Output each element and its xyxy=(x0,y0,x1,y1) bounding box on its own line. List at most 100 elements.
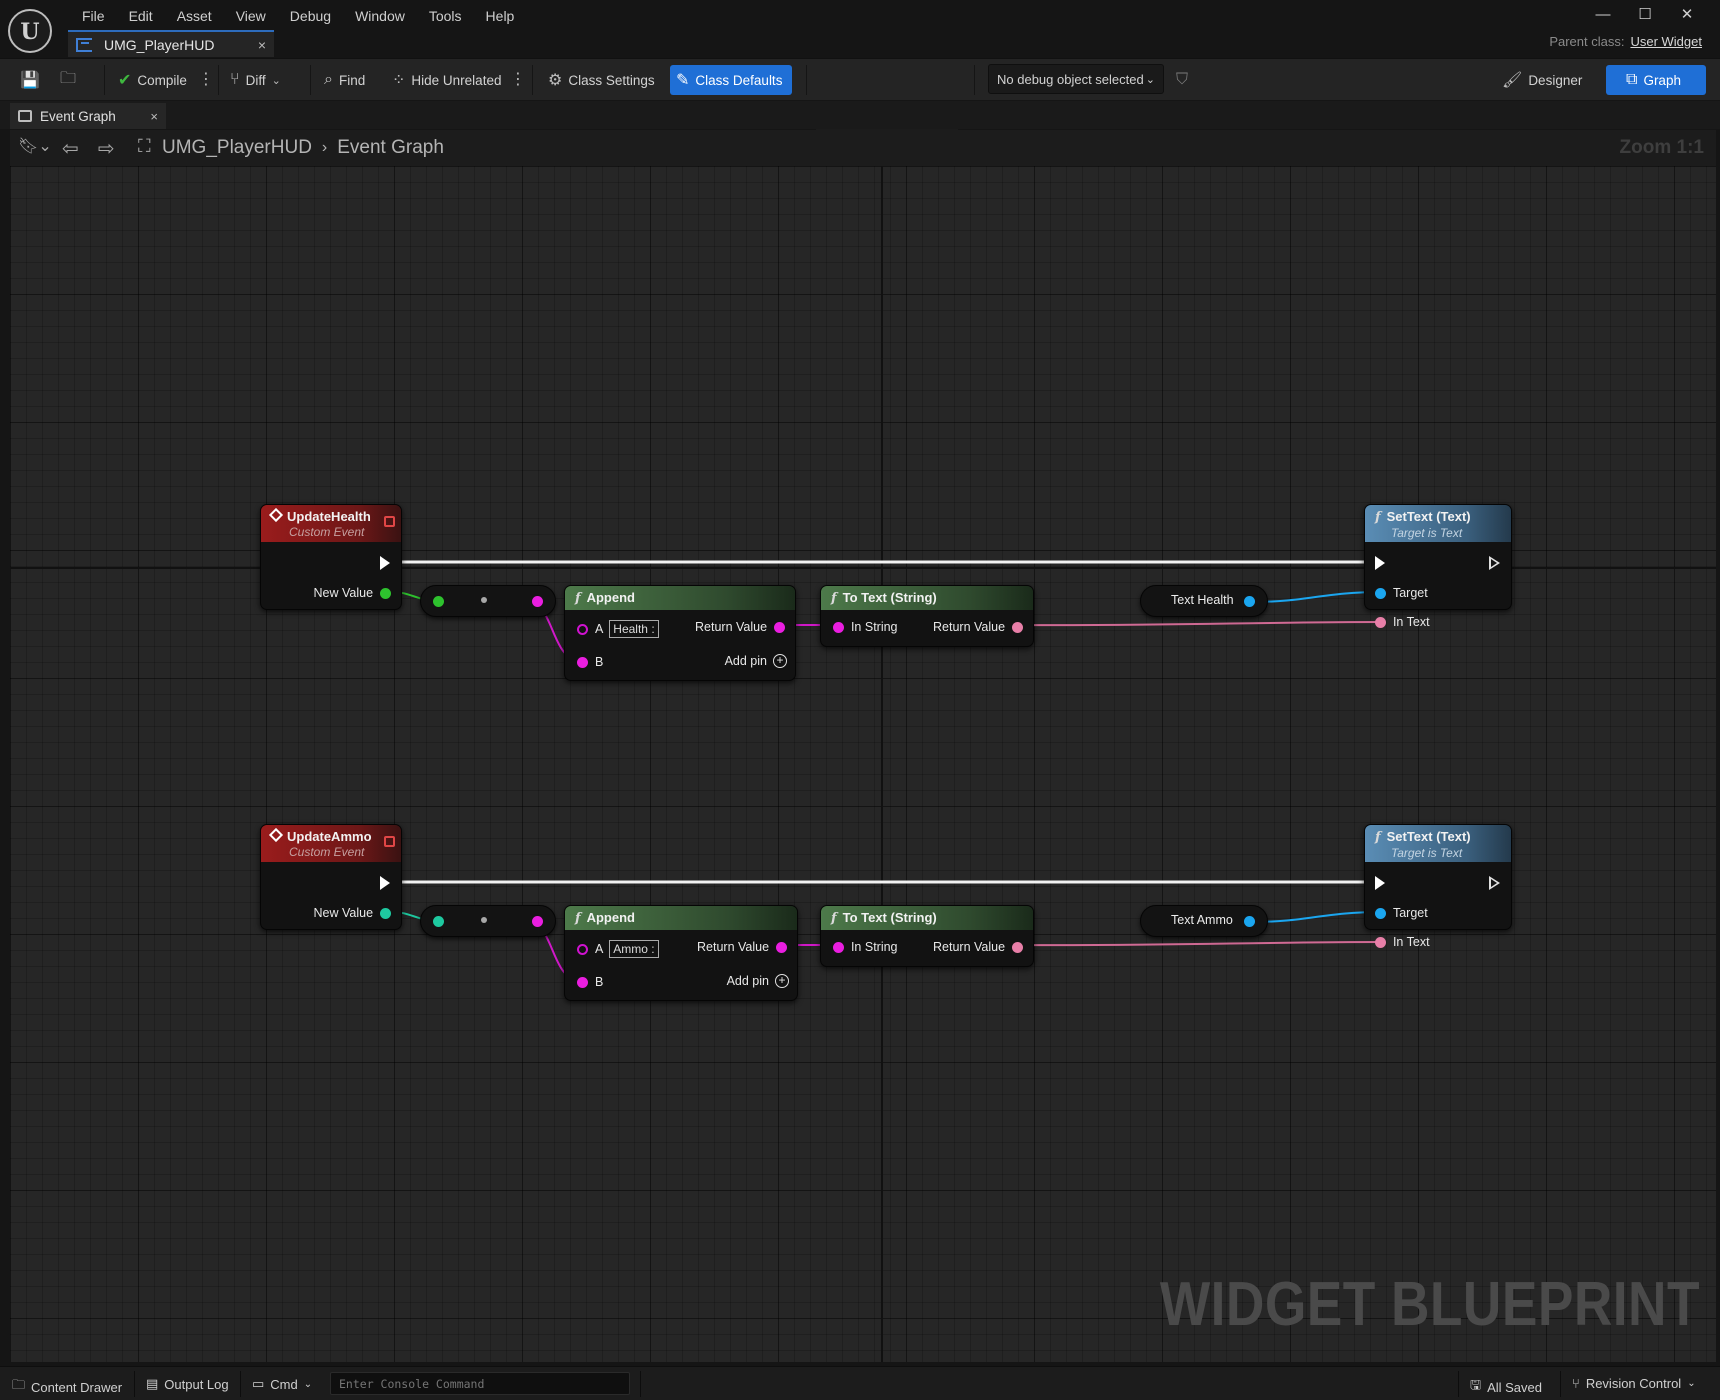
node-subtitle: Target is Text xyxy=(1391,526,1463,540)
maximize-button[interactable]: ☐ xyxy=(1624,4,1666,26)
close-window-button[interactable]: ✕ xyxy=(1666,4,1708,26)
variable-node-text-ammo[interactable]: Text Ammo xyxy=(1140,905,1268,937)
append-node-health[interactable]: f Append A Health : Return Value B Add pi… xyxy=(564,585,796,681)
object-pin-icon[interactable] xyxy=(1244,916,1255,927)
close-tab-icon[interactable]: × xyxy=(150,109,158,124)
pin-return-value[interactable]: Return Value xyxy=(933,940,1023,954)
content-drawer-button[interactable]: 🗀 Content Drawer xyxy=(12,1376,122,1398)
compile-button[interactable]: ✔ Compile xyxy=(112,65,193,95)
cmd-label: Cmd xyxy=(270,1376,298,1392)
pin-b[interactable]: B xyxy=(577,975,603,989)
content-drawer-label: Content Drawer xyxy=(31,1379,123,1395)
tab-event-graph[interactable]: Event Graph × xyxy=(10,103,166,129)
exec-out-pin[interactable] xyxy=(1489,876,1501,890)
exec-out-pin[interactable] xyxy=(380,876,390,890)
menu-file[interactable]: File xyxy=(70,6,117,26)
to-text-node-ammo[interactable]: f To Text (String) In String Return Value xyxy=(820,905,1034,967)
pin-in-text[interactable]: In Text xyxy=(1375,935,1430,949)
string-pin-icon xyxy=(833,621,844,633)
pin-in-text[interactable]: In Text xyxy=(1375,615,1430,629)
class-settings-button[interactable]: ⚙ Class Settings xyxy=(542,65,661,95)
string-pin-icon[interactable] xyxy=(532,916,543,927)
pin-return-value[interactable]: Return Value xyxy=(695,620,785,634)
save-button[interactable]: 💾 xyxy=(14,65,46,95)
breadcrumb-root[interactable]: UMG_PlayerHUD xyxy=(162,137,312,159)
float-pin-icon xyxy=(380,587,391,599)
exec-out-pin[interactable] xyxy=(380,556,390,570)
pin-a-default-input[interactable]: Ammo : xyxy=(609,940,659,958)
delegate-pin-icon[interactable] xyxy=(384,836,395,847)
compile-options-icon[interactable]: ⋮ xyxy=(198,69,214,89)
find-options-icon[interactable]: ⋮ xyxy=(510,69,526,89)
event-graph-icon xyxy=(18,110,32,122)
exec-in-pin[interactable] xyxy=(1375,556,1385,570)
settext-node-health[interactable]: f SetText (Text) Target is Text Target In… xyxy=(1364,504,1512,629)
string-pin-icon[interactable] xyxy=(532,596,543,607)
settext-node-ammo[interactable]: f SetText (Text) Target is Text Target In… xyxy=(1364,824,1512,949)
pin-in-string[interactable]: In String xyxy=(833,940,898,954)
back-arrow-icon[interactable]: ⇦ xyxy=(62,136,79,161)
delegate-pin-icon[interactable] xyxy=(384,516,395,527)
menu-window[interactable]: Window xyxy=(343,6,417,26)
menu-tools[interactable]: Tools xyxy=(417,6,474,26)
statusbar-divider xyxy=(134,1371,135,1397)
pin-new-value[interactable]: New Value xyxy=(314,906,391,920)
conversion-node[interactable] xyxy=(420,905,556,937)
add-pin-button[interactable]: Add pin + xyxy=(725,654,787,668)
menu-debug[interactable]: Debug xyxy=(278,6,343,26)
string-pin-icon xyxy=(776,941,787,953)
float-pin-icon[interactable] xyxy=(433,596,444,607)
add-pin-button[interactable]: Add pin + xyxy=(727,974,789,988)
breadcrumb-current[interactable]: Event Graph xyxy=(337,137,444,159)
console-command-input[interactable] xyxy=(330,1372,630,1395)
close-tab-icon[interactable]: × xyxy=(250,37,274,53)
asset-tab[interactable]: UMG_PlayerHUD × xyxy=(68,30,274,57)
menu-edit[interactable]: Edit xyxy=(117,6,165,26)
diff-button[interactable]: ⑂ Diff ⌄ xyxy=(224,65,287,95)
pin-return-value[interactable]: Return Value xyxy=(697,940,787,954)
unreal-logo-icon[interactable]: U xyxy=(8,9,52,53)
pin-a[interactable]: A Ammo : xyxy=(577,940,659,958)
variable-node-text-health[interactable]: Text Health xyxy=(1140,585,1268,617)
pin-target[interactable]: Target xyxy=(1375,906,1428,920)
exec-out-pin[interactable] xyxy=(1489,556,1501,570)
pin-target[interactable]: Target xyxy=(1375,586,1428,600)
object-pin-icon[interactable] xyxy=(1244,596,1255,607)
pin-a[interactable]: A Health : xyxy=(577,620,659,638)
menu-asset[interactable]: Asset xyxy=(165,6,224,26)
debug-object-select[interactable]: No debug object selected ⌄ xyxy=(988,64,1164,94)
to-text-node-health[interactable]: f To Text (String) In String Return Value xyxy=(820,585,1034,647)
custom-event-node-update-ammo[interactable]: UpdateAmmo Custom Event New Value xyxy=(260,824,402,930)
designer-brush-icon: 🖌 xyxy=(1502,72,1523,89)
event-graph-canvas[interactable]: UpdateHealth Custom Event New Value f App… xyxy=(10,166,1716,1362)
bookmark-icon[interactable]: 🔖︎⌄ xyxy=(18,136,52,156)
conversion-node[interactable] xyxy=(420,585,556,617)
parent-class-link[interactable]: User Widget xyxy=(1630,34,1702,49)
find-button[interactable]: ⌕ Find xyxy=(318,65,371,95)
menu-view[interactable]: View xyxy=(224,6,278,26)
revision-control-button[interactable]: ⑂ Revision Control ⌄ xyxy=(1572,1376,1696,1391)
all-saved-button[interactable]: 🖫 All Saved xyxy=(1470,1376,1542,1398)
menu-help[interactable]: Help xyxy=(474,6,527,26)
graph-mode-button[interactable]: ⧉ Graph xyxy=(1606,65,1706,95)
hide-unrelated-button[interactable]: ⁘ Hide Unrelated xyxy=(386,65,507,95)
custom-event-node-update-health[interactable]: UpdateHealth Custom Event New Value xyxy=(260,504,402,610)
designer-mode-button[interactable]: 🖌 Designer xyxy=(1496,65,1588,95)
function-icon: f xyxy=(831,911,837,926)
pin-b[interactable]: B xyxy=(577,655,603,669)
pin-in-string[interactable]: In String xyxy=(833,620,898,634)
class-defaults-button[interactable]: ✎ Class Defaults xyxy=(670,65,792,95)
int-pin-icon[interactable] xyxy=(433,916,444,927)
exec-in-pin[interactable] xyxy=(1375,876,1385,890)
append-node-ammo[interactable]: f Append A Ammo : Return Value B Add pin + xyxy=(564,905,798,1001)
pin-a-default-input[interactable]: Health : xyxy=(609,620,659,638)
chevron-down-icon: ⌄ xyxy=(1145,73,1155,86)
forward-arrow-icon[interactable]: ⇨ xyxy=(98,136,115,161)
debug-filter-button[interactable]: ⛉ xyxy=(1170,65,1194,95)
minimize-button[interactable]: — xyxy=(1582,4,1624,26)
pin-return-value[interactable]: Return Value xyxy=(933,620,1023,634)
output-log-button[interactable]: ▤ Output Log xyxy=(146,1376,229,1392)
browse-button[interactable]: 🗀 xyxy=(54,65,82,95)
cmd-dropdown[interactable]: ▭ Cmd ⌄ xyxy=(252,1376,312,1392)
pin-new-value[interactable]: New Value xyxy=(314,586,391,600)
